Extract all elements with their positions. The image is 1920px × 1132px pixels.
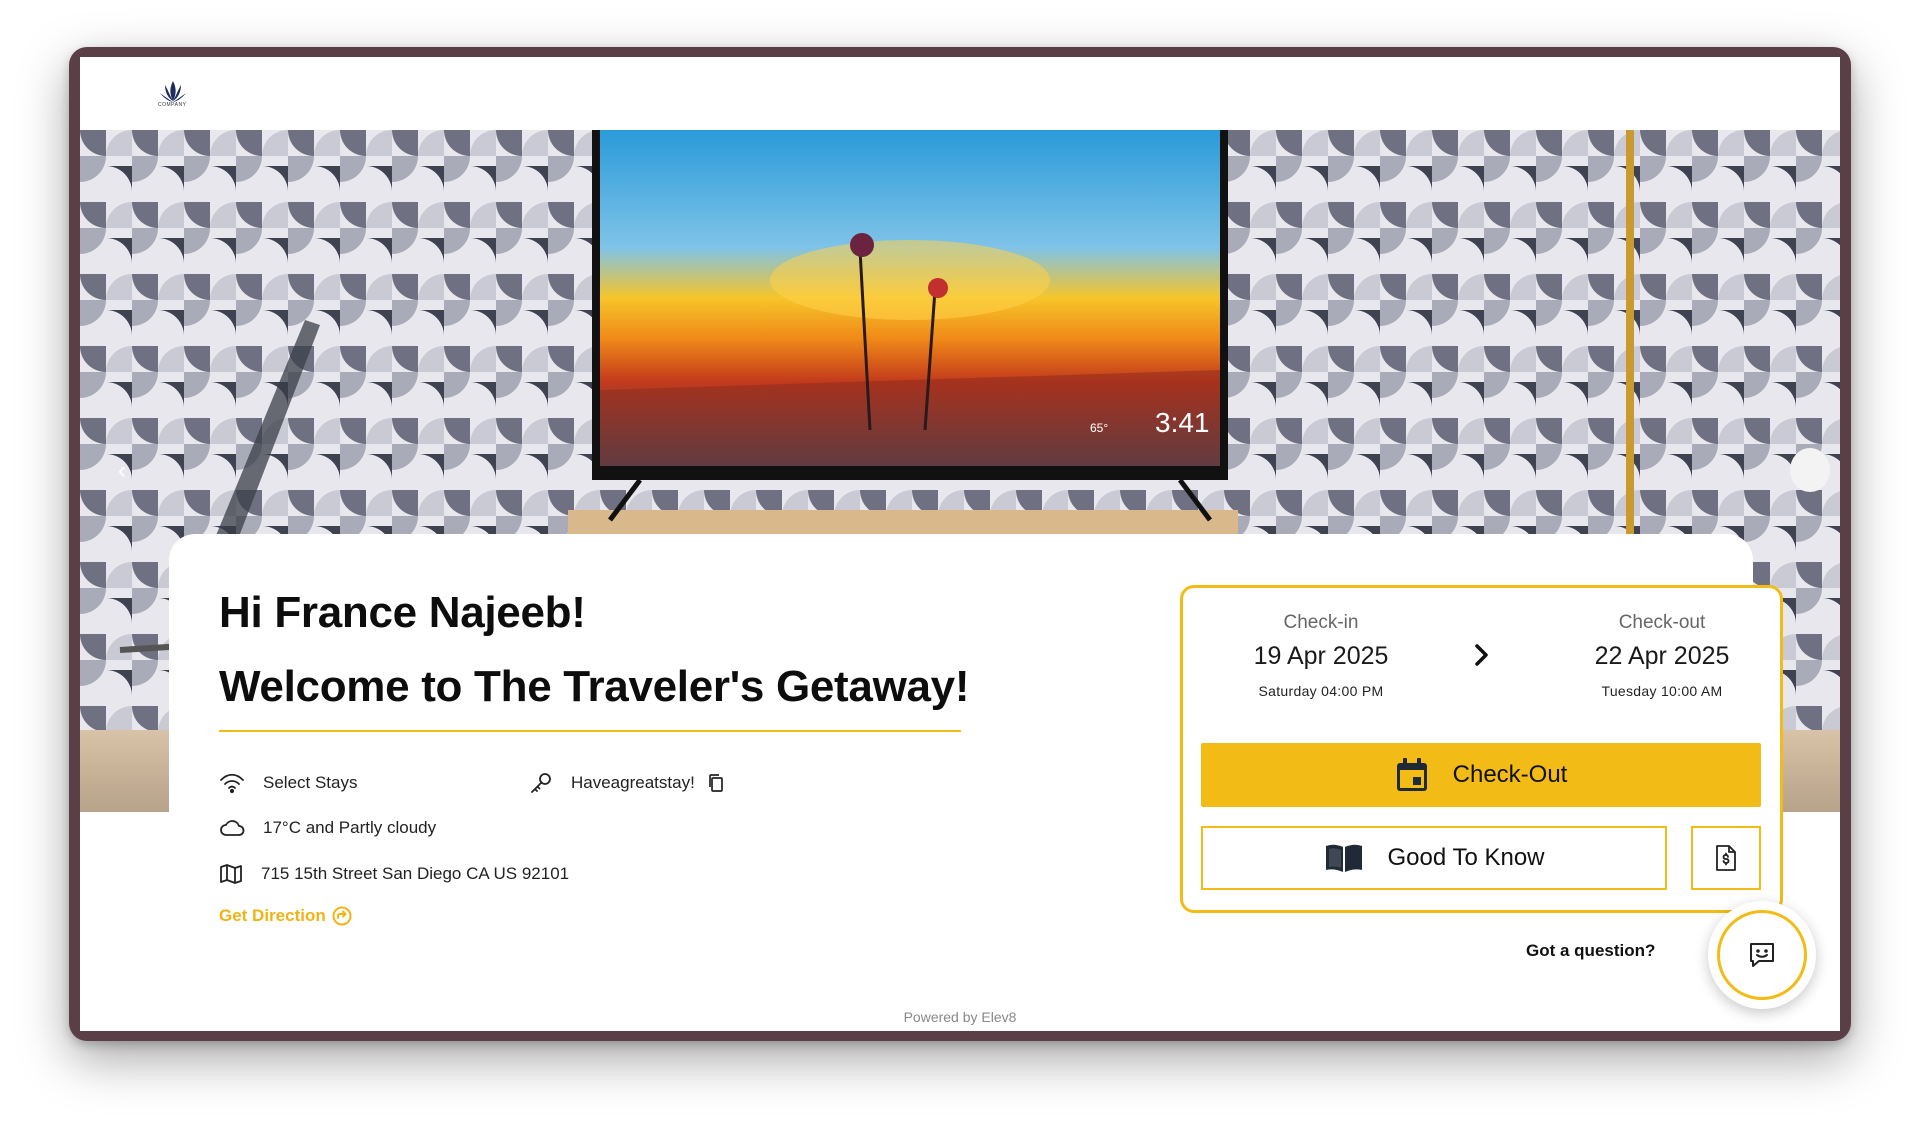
address-row: 715 15th Street San Diego CA US 92101 <box>219 863 569 885</box>
wifi-network: Select Stays <box>263 773 358 792</box>
direction-icon <box>332 906 352 926</box>
chat-button-ring <box>1717 910 1807 1000</box>
wifi-row: Select Stays <box>219 772 358 794</box>
checkin-date: 19 Apr 2025 <box>1253 642 1389 670</box>
checkin-time: Saturday 04:00 PM <box>1258 683 1384 699</box>
weather-text: 17°C and Partly cloudy <box>263 818 437 837</box>
booking-panel: Check-in 19 Apr 2025 Saturday 04:00 PM C… <box>1180 585 1783 913</box>
checkout-button-label: Check-Out <box>1452 761 1568 788</box>
tv-clock: 3:41 <box>1155 407 1210 438</box>
book-icon <box>1325 844 1362 872</box>
get-direction-label: Get Direction <box>219 906 326 925</box>
address-text: 715 15th Street San Diego CA US 92101 <box>261 864 570 883</box>
checkin-label: Check-in <box>1283 612 1359 633</box>
got-question-label: Got a question? <box>1526 941 1656 960</box>
cloud-icon <box>220 820 245 836</box>
page: COMPANY 3:41 65° ‹ Hi France Najeeb! Wel… <box>0 0 1920 1132</box>
top-bar: COMPANY <box>80 57 1840 130</box>
checkout-time: Tuesday 10:00 AM <box>1601 683 1723 699</box>
checkout-label: Check-out <box>1618 612 1706 633</box>
logo-text: COMPANY <box>158 102 187 108</box>
checkout-block: Check-out 22 Apr 2025 Tuesday 10:00 AM <box>1552 612 1772 699</box>
chat-icon <box>1750 943 1774 967</box>
invoice-icon <box>1716 845 1736 871</box>
invoice-button[interactable] <box>1691 826 1761 890</box>
password-row: Haveagreatstay! <box>529 771 725 795</box>
copy-icon <box>708 774 723 792</box>
chevron-right-icon <box>1475 644 1488 666</box>
checkin-block: Check-in 19 Apr 2025 Saturday 04:00 PM <box>1211 612 1431 699</box>
title-divider <box>219 730 961 732</box>
welcome-card: Hi France Najeeb! Welcome to The Travele… <box>169 534 1783 1031</box>
welcome-title: Welcome to The Traveler's Getaway! <box>219 662 970 711</box>
hero-prev-arrow[interactable]: ‹ <box>110 456 134 486</box>
map-icon <box>220 864 242 884</box>
checkout-button[interactable]: Check-Out <box>1201 743 1761 807</box>
key-icon <box>531 773 551 793</box>
guest-greeting: Hi France Najeeb! <box>219 588 586 637</box>
app-screen: COMPANY 3:41 65° ‹ Hi France Najeeb! Wel… <box>80 57 1840 1031</box>
checkout-date: 22 Apr 2025 <box>1594 642 1730 670</box>
weather-row: 17°C and Partly cloudy <box>219 818 436 838</box>
powered-by-footer: Powered by Elev8 <box>903 1009 1017 1025</box>
wifi-password: Haveagreatstay! <box>571 773 695 792</box>
chat-button[interactable] <box>1708 901 1816 1009</box>
get-direction-link[interactable]: Get Direction <box>219 906 352 926</box>
wifi-icon <box>220 773 244 794</box>
good-to-know-button[interactable]: Good To Know <box>1201 826 1667 890</box>
copy-password-button[interactable] <box>707 773 725 793</box>
good-to-know-label: Good To Know <box>1387 844 1545 871</box>
tv-temperature: 65° <box>1090 421 1108 435</box>
calendar-icon <box>1396 758 1427 791</box>
